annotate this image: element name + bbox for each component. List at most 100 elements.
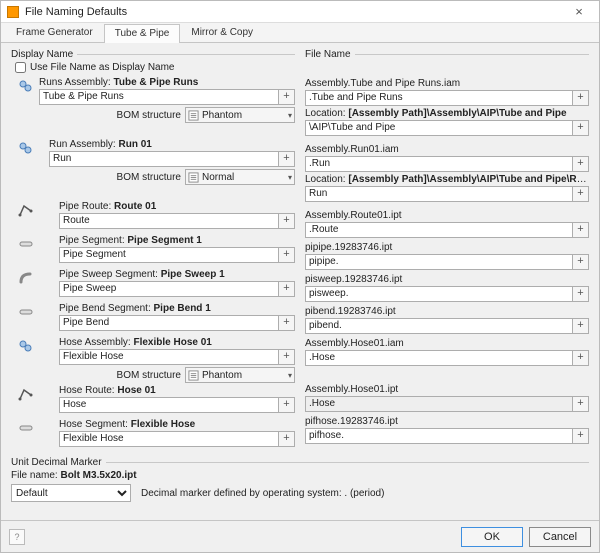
file-name-field[interactable]: pipipe. [305,254,573,270]
display-row: Pipe Route: Route 01 Route + [11,201,295,233]
add-token-button[interactable]: + [573,186,589,202]
file-name-field[interactable]: pifhose. [305,428,573,444]
add-token-button[interactable]: + [573,350,589,366]
add-token-button[interactable]: + [573,254,589,270]
seg-icon [17,236,35,252]
asm-icon [17,338,35,354]
add-token-button[interactable]: + [573,318,589,334]
tab-frame-generator[interactable]: Frame Generator [5,23,104,42]
add-token-button[interactable]: + [279,397,295,413]
add-token-button[interactable]: + [573,156,589,172]
file-name-row: pibend.19283746.ipt pibend. + [305,306,589,334]
display-label: Pipe Segment: Pipe Segment 1 [59,235,295,246]
file-name-row: Location: [Assembly Path]\Assembly\AIP\T… [305,108,589,136]
cancel-button[interactable]: Cancel [529,527,591,547]
add-token-button[interactable]: + [279,247,295,263]
add-token-button[interactable]: + [573,90,589,106]
file-name-label: Assembly.Hose01.iam [305,338,589,349]
display-label: Hose Segment: Flexible Hose [59,419,295,430]
file-name-field[interactable]: pibend. [305,318,573,334]
tab-bar: Frame Generator Tube & Pipe Mirror & Cop… [1,23,599,43]
unit-decimal-marker-section: Unit Decimal Marker File name: Bolt M3.5… [11,457,589,502]
file-name-field[interactable]: Run [305,186,573,202]
display-row: Pipe Sweep Segment: Pipe Sweep 1 Pipe Sw… [11,269,295,301]
chevron-down-icon: ▾ [288,371,292,380]
bom-structure-label: BOM structure [117,370,181,381]
decimal-marker-select[interactable]: Default [11,484,131,502]
file-name-column: File Name Assembly.Tube and Pipe Runs.ia… [305,49,589,453]
display-name-field[interactable]: Pipe Bend [59,315,279,331]
add-token-button[interactable]: + [279,281,295,297]
display-label: Hose Route: Hose 01 [59,385,295,396]
window-title: File Naming Defaults [25,6,565,18]
bom-structure-label: BOM structure [117,110,181,121]
file-name-label: Assembly.Route01.ipt [305,210,589,221]
ok-button[interactable]: OK [461,527,523,547]
display-name-field[interactable]: Pipe Sweep [59,281,279,297]
file-name-field[interactable]: .Route [305,222,573,238]
display-name-column: Display Name Use File Name as Display Na… [11,49,295,453]
close-button[interactable]: × [565,4,593,19]
display-row: Hose Route: Hose 01 Hose + [11,385,295,417]
file-name-label: pisweep.19283746.ipt [305,274,589,285]
add-token-button[interactable]: + [279,349,295,365]
file-naming-defaults-dialog: File Naming Defaults × Frame Generator T… [0,0,600,553]
display-name-field[interactable]: Flexible Hose [59,431,279,447]
display-row: Hose Segment: Flexible Hose Flexible Hos… [11,419,295,451]
display-name-field[interactable]: Flexible Hose [59,349,279,365]
display-label: Run Assembly: Run 01 [49,139,295,150]
sweep-icon [17,270,35,286]
titlebar: File Naming Defaults × [1,1,599,23]
add-token-button[interactable]: + [573,396,589,412]
display-name-field[interactable]: Run [49,151,279,167]
bom-structure-select[interactable]: Phantom ▾ [185,367,295,383]
use-file-name-checkbox[interactable]: Use File Name as Display Name [15,62,295,73]
file-name-row: Location: [Assembly Path]\Assembly\AIP\T… [305,174,589,202]
route-icon [17,386,35,402]
bom-icon [188,172,199,183]
display-name-field[interactable]: Hose [59,397,279,413]
display-name-field[interactable]: Tube & Pipe Runs [39,89,279,105]
dialog-footer: ? OK Cancel [1,520,599,552]
add-token-button[interactable]: + [279,315,295,331]
file-name-row: Assembly.Run01.iam .Run + [305,144,589,172]
add-token-button[interactable]: + [279,151,295,167]
file-name-row: Assembly.Route01.ipt .Route + [305,210,589,238]
bom-structure-select[interactable]: Normal ▾ [185,169,295,185]
file-name-field[interactable]: .Hose [305,350,573,366]
file-name-label: Assembly.Hose01.ipt [305,384,589,395]
add-token-button[interactable]: + [279,89,295,105]
add-token-button[interactable]: + [573,428,589,444]
add-token-button[interactable]: + [573,222,589,238]
seg-icon [17,420,35,436]
add-token-button[interactable]: + [279,431,295,447]
app-icon [7,6,19,18]
add-token-button[interactable]: + [573,286,589,302]
decimal-file-name-label: File name: [11,470,58,481]
display-name-field[interactable]: Pipe Segment [59,247,279,263]
display-label: Pipe Route: Route 01 [59,201,295,212]
chevron-down-icon: ▾ [288,111,292,120]
file-name-field[interactable]: pisweep. [305,286,573,302]
use-file-name-input[interactable] [15,62,26,73]
display-row: Hose Assembly: Flexible Hose 01 Flexible… [11,337,295,383]
display-label: Pipe Bend Segment: Pipe Bend 1 [59,303,295,314]
file-name-field[interactable]: .Tube and Pipe Runs [305,90,573,106]
file-name-field[interactable]: \AIP\Tube and Pipe [305,120,573,136]
display-row: Run Assembly: Run 01 Run + BOM structure… [11,139,295,185]
asm-icon [17,140,35,156]
chevron-down-icon: ▾ [288,173,292,182]
bom-structure-select[interactable]: Phantom ▾ [185,107,295,123]
add-token-button[interactable]: + [573,120,589,136]
display-name-field[interactable]: Route [59,213,279,229]
tab-tube-and-pipe[interactable]: Tube & Pipe [104,24,181,43]
file-name-label: pibend.19283746.ipt [305,306,589,317]
bom-structure-label: BOM structure [117,172,181,183]
tab-mirror-and-copy[interactable]: Mirror & Copy [180,23,264,42]
file-name-label: Location: [Assembly Path]\Assembly\AIP\T… [305,108,589,119]
asm-icon [17,78,35,94]
help-button[interactable]: ? [9,529,25,545]
file-name-field[interactable]: .Run [305,156,573,172]
add-token-button[interactable]: + [279,213,295,229]
display-row: Pipe Bend Segment: Pipe Bend 1 Pipe Bend… [11,303,295,335]
